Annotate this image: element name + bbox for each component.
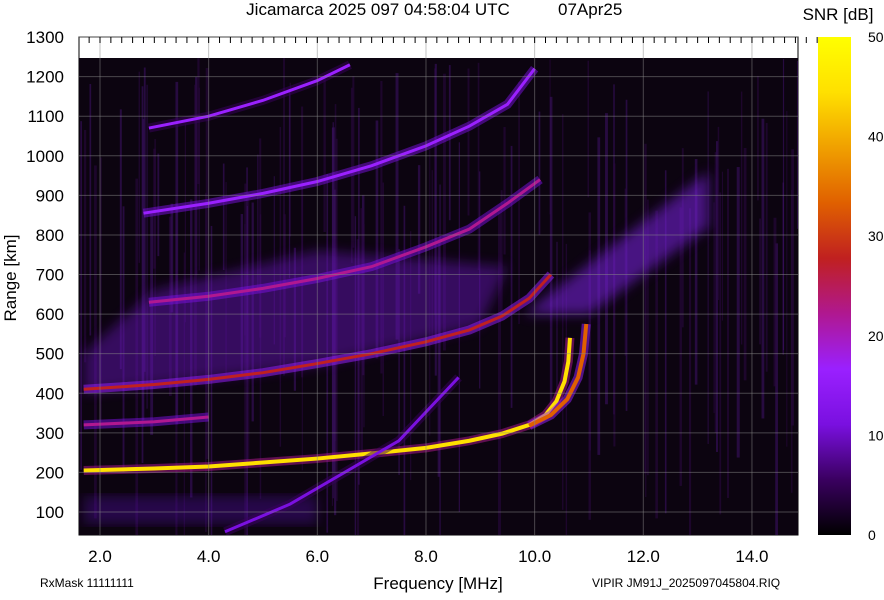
y-tick-label: 300	[36, 424, 64, 443]
x-axis-label: Frequency [MHz]	[373, 574, 502, 593]
noise-streak	[222, 163, 225, 271]
noise-streak	[549, 96, 553, 411]
colorbar-tick-label: 30	[868, 228, 884, 244]
y-tick-label: 600	[36, 305, 64, 324]
colorbar-tick-label: 0	[868, 527, 876, 543]
noise-streak	[80, 121, 82, 470]
noise-streak	[726, 168, 730, 498]
noise-streak	[713, 202, 715, 414]
noise-streak	[765, 122, 768, 372]
noise-streak	[786, 110, 788, 447]
footer-right: VIPIR JM91J_2025097045804.RIQ	[592, 576, 780, 590]
chart-title: Jicamarca 2025 097 04:58:04 UTC	[246, 0, 510, 19]
y-tick-label: 1000	[26, 147, 64, 166]
noise-streak	[518, 81, 520, 325]
noise-streak	[714, 152, 717, 434]
footer-left: RxMask 11111111	[40, 576, 134, 590]
noise-streak	[84, 129, 87, 363]
colorbar-tick-label: 40	[868, 129, 884, 145]
y-tick-label: 700	[36, 266, 64, 285]
chart-date: 07Apr25	[558, 0, 622, 19]
x-tick-label: 8.0	[414, 547, 438, 566]
x-tick-label: 14.0	[735, 547, 768, 566]
y-tick-label: 500	[36, 345, 64, 364]
noise-streak	[467, 68, 470, 216]
colorbar-tick-label: 50	[868, 29, 884, 45]
noise-streak	[587, 60, 589, 198]
noise-streak	[613, 163, 616, 447]
noise-streak	[679, 207, 682, 486]
x-tick-label: 6.0	[305, 547, 329, 566]
x-tick-label: 10.0	[518, 547, 551, 566]
colorbar-label: SNR [dB]	[803, 5, 874, 24]
noise-streak	[757, 75, 759, 201]
noise-streak	[448, 65, 451, 221]
noise-streak	[736, 167, 740, 458]
y-axis-label: Range [km]	[1, 235, 20, 322]
noise-streak	[688, 208, 692, 535]
ionogram-chart: Jicamarca 2025 097 04:58:04 UTC 07Apr25 …	[1, 0, 884, 593]
noise-streak	[157, 153, 160, 257]
noise-streak	[761, 118, 765, 419]
noise-streak	[707, 91, 709, 444]
y-tick-label: 1200	[26, 68, 64, 87]
noise-streak	[773, 217, 777, 387]
y-tick-label: 900	[36, 186, 64, 205]
x-tick-label: 4.0	[197, 547, 221, 566]
noise-streak	[538, 111, 541, 235]
noise-streak	[740, 91, 743, 345]
y-tick-label: 100	[36, 503, 64, 522]
noise-streak	[721, 171, 724, 321]
x-tick-label: 2.0	[88, 547, 112, 566]
noise-streak	[510, 145, 513, 408]
noise-streak	[94, 165, 97, 519]
noise-streak	[743, 147, 747, 381]
noise-streak	[645, 256, 647, 498]
noise-streak	[759, 218, 761, 345]
colorbar-tick-label: 20	[868, 328, 884, 344]
y-tick-label: 1100	[27, 107, 64, 126]
noise-streak	[796, 60, 798, 229]
y-tick-label: 400	[36, 384, 64, 403]
y-tick-label: 1300	[26, 28, 64, 47]
ionogram: Jicamarca 2025 097 04:58:04 UTC 07Apr25 …	[0, 0, 884, 595]
noise-streak	[556, 241, 558, 406]
colorbar	[818, 37, 851, 535]
noise-streak	[89, 83, 92, 336]
colorbar-tick-label: 10	[868, 427, 884, 443]
y-tick-label: 200	[36, 463, 64, 482]
x-tick-label: 12.0	[627, 547, 660, 566]
noise-streak	[782, 59, 785, 351]
noise-streak	[588, 212, 591, 520]
noise-streak	[138, 71, 140, 263]
y-tick-label: 800	[36, 226, 64, 245]
